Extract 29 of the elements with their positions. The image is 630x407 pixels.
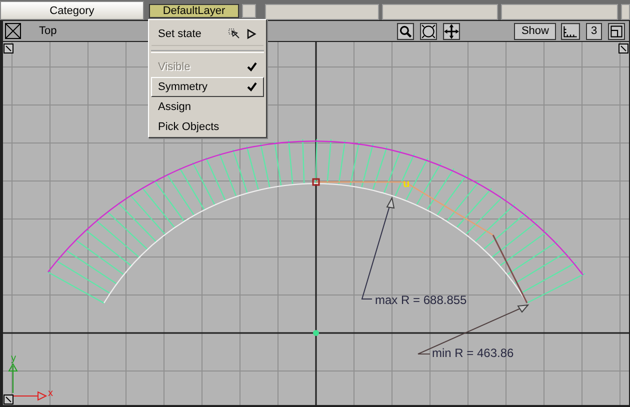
x-axis-gizmo-icon (12, 391, 48, 401)
close-icon[interactable] (5, 23, 21, 39)
radius-line (492, 234, 528, 304)
ruler-icon[interactable] (561, 22, 580, 40)
resize-icon[interactable] (4, 394, 14, 404)
pick-arrow-icon (227, 28, 257, 40)
radius-annotation: min R = 463.86 (432, 346, 514, 360)
zoom-icon[interactable] (397, 22, 414, 40)
resize-icon[interactable] (618, 44, 628, 54)
menu-item[interactable]: Set state (151, 22, 264, 46)
y-axis-label: y (11, 353, 16, 364)
maximize-icon[interactable] (608, 22, 625, 40)
frame-icon[interactable] (420, 22, 438, 40)
view-label[interactable]: Top (39, 25, 57, 37)
pivot-marker[interactable] (312, 178, 320, 186)
radius-annotation: max R = 688.855 (375, 293, 467, 307)
move-icon[interactable] (443, 22, 460, 40)
marker-label: u (403, 178, 410, 190)
y-axis-gizmo-icon (8, 363, 18, 394)
menu-item[interactable]: Symmetry (151, 77, 264, 97)
layout-number-button[interactable]: 3 (586, 22, 602, 40)
resize-icon[interactable] (4, 44, 14, 54)
show-button[interactable]: Show (514, 22, 556, 40)
layer-button[interactable]: DefaultLayer (149, 4, 239, 18)
category-tab[interactable]: Category (0, 1, 144, 20)
x-axis-label: x (48, 388, 53, 399)
origin-point (313, 330, 319, 336)
menu-item[interactable]: Pick Objects (151, 117, 264, 137)
menu-item[interactable]: Assign (151, 97, 264, 117)
